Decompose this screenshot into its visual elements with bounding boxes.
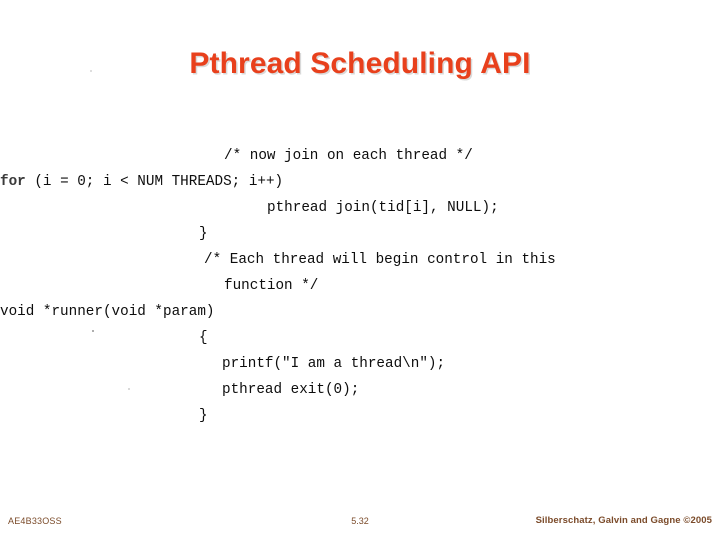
code-line: function */ (224, 278, 319, 295)
code-line: pthread join(tid[i], NULL); (267, 200, 499, 217)
code-line: { (199, 330, 208, 347)
code-block: /* now join on each thread */ for (i = 0;… (0, 143, 720, 429)
code-line: void *runner(void *param) (0, 304, 215, 321)
code-line: for (i = 0; i < NUM THREADS; i++) (0, 174, 284, 191)
slide-footer: AE4B33OSS 5.32 Silberschatz, Galvin and … (0, 510, 720, 540)
code-line: } (199, 226, 208, 243)
code-line: } (199, 408, 208, 425)
slide-canvas: Pthread Scheduling API /* now join on ea… (0, 0, 720, 540)
code-line: pthread exit(0); (222, 382, 360, 399)
code-line: printf("I am a thread\n"); (222, 356, 446, 373)
code-keyword: for (0, 174, 26, 191)
page-title: Pthread Scheduling API (189, 47, 531, 81)
footer-copyright: Silberschatz, Galvin and Gagne ©2005 (535, 515, 712, 526)
code-line: /* now join on each thread */ (224, 148, 473, 165)
code-line: /* Each thread will begin control in thi… (204, 252, 556, 269)
